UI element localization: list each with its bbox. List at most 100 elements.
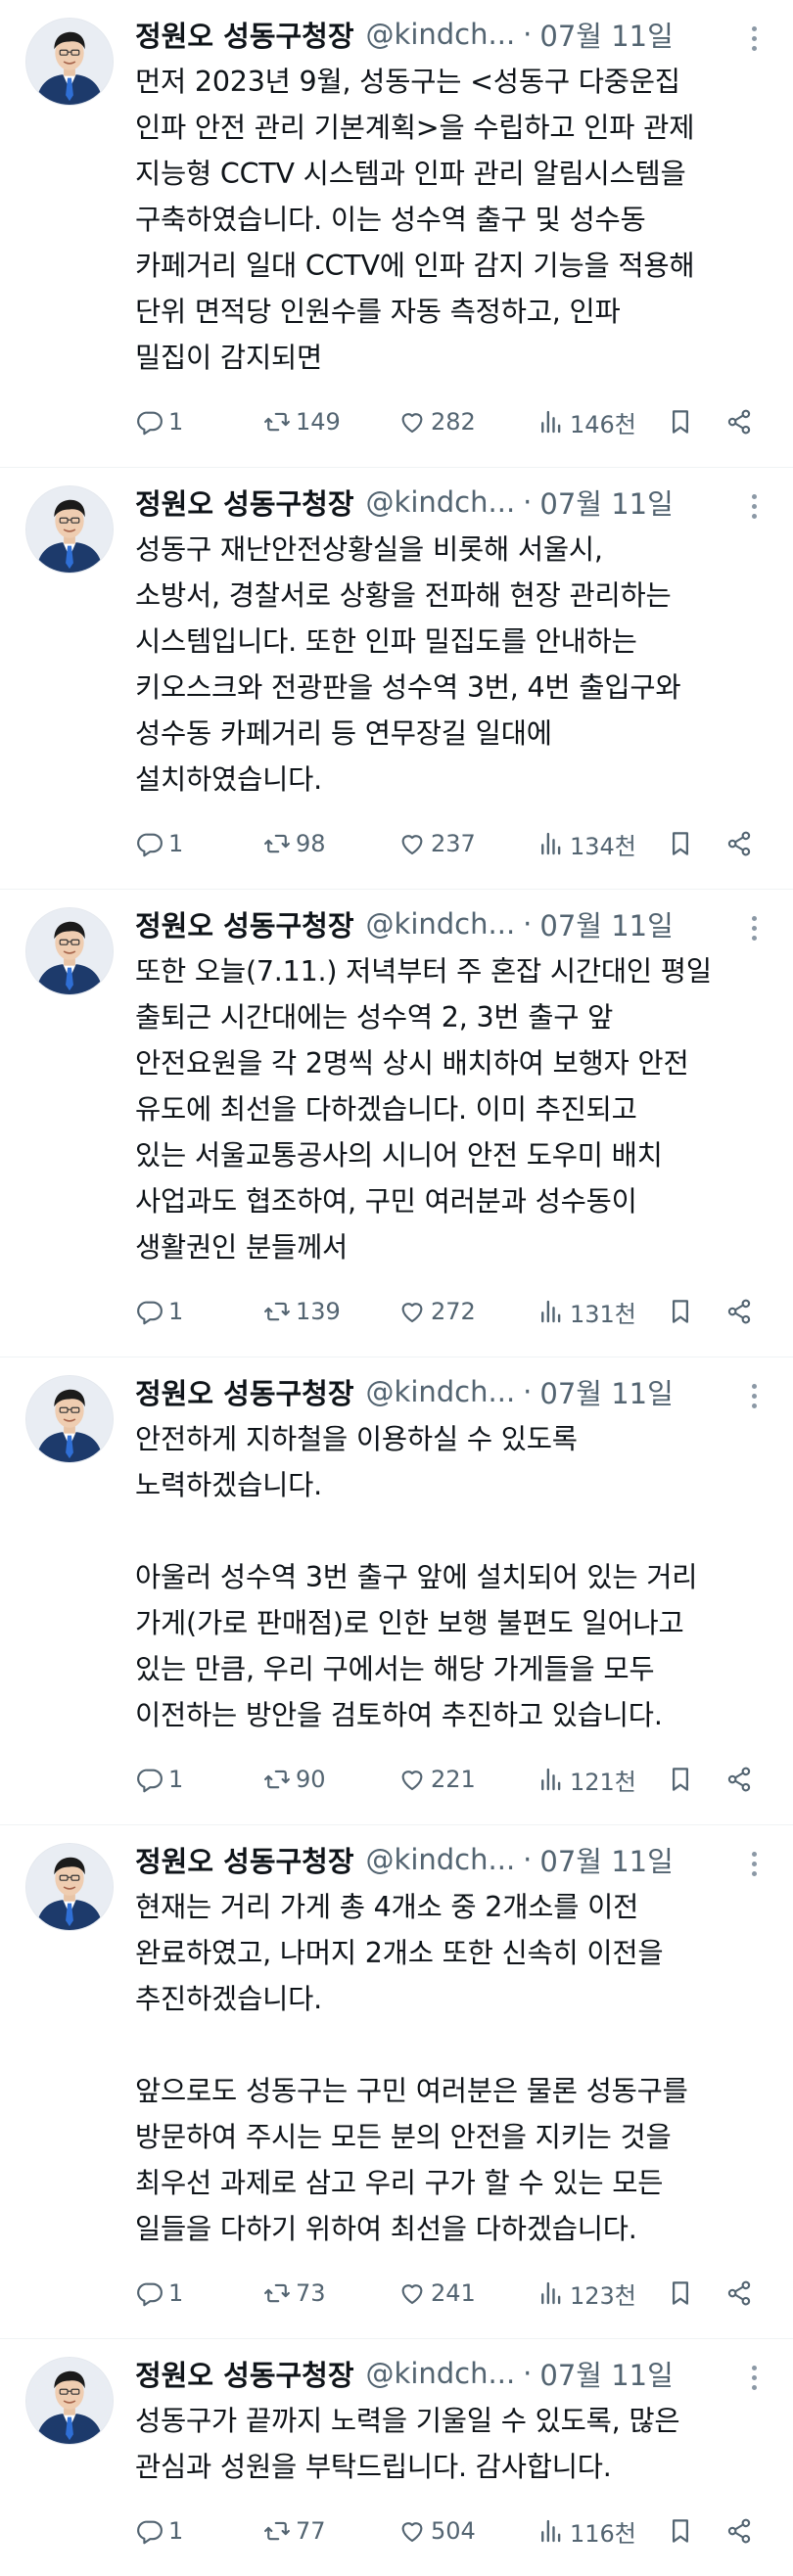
author-name[interactable]: 정원오 성동구청장 <box>135 2353 354 2394</box>
retweet-count: 73 <box>296 2279 326 2307</box>
timestamp[interactable]: 07월 11일 <box>539 2353 673 2394</box>
author-name[interactable]: 정원오 성동구청장 <box>135 1371 354 1412</box>
like-button[interactable]: 221 <box>397 1765 536 1794</box>
author-name[interactable]: 정원오 성동구청장 <box>135 1839 354 1880</box>
views-icon <box>541 1300 561 1323</box>
retweet-count: 98 <box>296 830 326 857</box>
bookmark-button[interactable] <box>666 2278 724 2308</box>
retweet-icon <box>264 2283 290 2303</box>
reply-icon <box>137 833 163 857</box>
retweet-icon <box>264 834 290 853</box>
bookmark-button[interactable] <box>666 829 724 858</box>
bookmark-button[interactable] <box>666 1297 724 1326</box>
reply-button[interactable]: 1 <box>135 1765 262 1794</box>
retweet-button[interactable]: 149 <box>262 407 397 437</box>
avatar[interactable] <box>25 2357 114 2445</box>
reply-button[interactable]: 1 <box>135 407 262 437</box>
tweet-header: 정원오 성동구청장 @kindch... · 07월 11일 <box>135 1843 768 1878</box>
views-button[interactable]: 123천 <box>536 2277 666 2311</box>
like-button[interactable]: 237 <box>397 829 536 858</box>
share-button[interactable] <box>724 407 764 437</box>
retweet-icon <box>264 412 290 432</box>
views-button[interactable]: 146천 <box>536 405 666 439</box>
share-button[interactable] <box>724 1297 764 1326</box>
tweet-thread: 정원오 성동구청장 @kindch... · 07월 11일 먼저 2023년 … <box>0 0 793 2576</box>
timestamp[interactable]: 07월 11일 <box>539 1839 673 1880</box>
tweet-header: 정원오 성동구청장 @kindch... · 07월 11일 <box>135 18 768 53</box>
bookmark-icon <box>673 410 688 434</box>
author-name[interactable]: 정원오 성동구청장 <box>135 14 354 55</box>
share-button[interactable] <box>724 2516 764 2546</box>
author-handle[interactable]: @kindch... <box>366 907 516 941</box>
tweet[interactable]: 정원오 성동구청장 @kindch... · 07월 11일 성동구가 끝까지 … <box>0 2339 793 2576</box>
like-button[interactable]: 241 <box>397 2278 536 2308</box>
tweet[interactable]: 정원오 성동구청장 @kindch... · 07월 11일 성동구 재난안전상… <box>0 468 793 890</box>
more-options-button[interactable] <box>742 489 766 523</box>
dot-separator: · <box>523 18 533 51</box>
reply-count: 1 <box>168 1766 184 1793</box>
author-name[interactable]: 정원오 성동구청장 <box>135 903 354 944</box>
more-options-button[interactable] <box>742 1379 766 1412</box>
tweet-header: 정원오 성동구청장 @kindch... · 07월 11일 <box>135 907 768 943</box>
timestamp[interactable]: 07월 11일 <box>539 1371 673 1412</box>
tweet[interactable]: 정원오 성동구청장 @kindch... · 07월 11일 현재는 거리 가게… <box>0 1825 793 2339</box>
bookmark-button[interactable] <box>666 2516 724 2546</box>
action-bar: 1 77 504 116천 <box>135 2507 768 2554</box>
more-options-button[interactable] <box>742 1847 766 1880</box>
like-button[interactable]: 504 <box>397 2516 536 2546</box>
bookmark-button[interactable] <box>666 407 724 437</box>
avatar[interactable] <box>25 1843 114 1931</box>
view-count: 131천 <box>570 1300 636 1328</box>
retweet-button[interactable]: 139 <box>262 1297 397 1326</box>
author-handle[interactable]: @kindch... <box>366 1375 516 1408</box>
views-icon <box>541 2519 561 2543</box>
reply-icon <box>137 2520 163 2545</box>
bookmark-button[interactable] <box>666 1765 724 1794</box>
retweet-button[interactable]: 73 <box>262 2278 397 2308</box>
views-button[interactable]: 121천 <box>536 1763 666 1797</box>
reply-button[interactable]: 1 <box>135 829 262 858</box>
tweet[interactable]: 정원오 성동구청장 @kindch... · 07월 11일 또한 오늘(7.1… <box>0 890 793 1357</box>
like-button[interactable]: 272 <box>397 1297 536 1326</box>
author-handle[interactable]: @kindch... <box>366 2357 516 2390</box>
timestamp[interactable]: 07월 11일 <box>539 482 673 523</box>
like-count: 504 <box>431 2517 476 2545</box>
avatar[interactable] <box>25 907 114 995</box>
reply-button[interactable]: 1 <box>135 1297 262 1326</box>
retweet-button[interactable]: 90 <box>262 1765 397 1794</box>
retweet-count: 90 <box>296 1766 326 1793</box>
views-button[interactable]: 116천 <box>536 2514 666 2549</box>
more-options-button[interactable] <box>742 2361 766 2394</box>
tweet[interactable]: 정원오 성동구청장 @kindch... · 07월 11일 먼저 2023년 … <box>0 0 793 468</box>
like-icon <box>401 1771 423 1791</box>
author-handle[interactable]: @kindch... <box>366 1843 516 1876</box>
reply-button[interactable]: 1 <box>135 2516 262 2546</box>
retweet-icon <box>264 1302 290 1321</box>
share-button[interactable] <box>724 1765 764 1794</box>
share-button[interactable] <box>724 829 764 858</box>
more-options-button[interactable] <box>742 911 766 944</box>
like-icon <box>401 413 423 434</box>
avatar[interactable] <box>25 485 114 574</box>
author-handle[interactable]: @kindch... <box>366 485 516 519</box>
tweet[interactable]: 정원오 성동구청장 @kindch... · 07월 11일 안전하게 지하철을… <box>0 1357 793 1825</box>
action-bar: 1 73 241 123천 <box>135 2270 768 2317</box>
retweet-button[interactable]: 77 <box>262 2516 397 2546</box>
retweet-button[interactable]: 98 <box>262 829 397 858</box>
more-options-button[interactable] <box>742 22 766 55</box>
more-icon <box>751 493 757 499</box>
avatar-portrait-icon <box>26 486 113 573</box>
timestamp[interactable]: 07월 11일 <box>539 14 673 55</box>
like-count: 237 <box>431 830 476 857</box>
like-button[interactable]: 282 <box>397 407 536 437</box>
views-button[interactable]: 134천 <box>536 827 666 861</box>
avatar[interactable] <box>25 18 114 106</box>
views-button[interactable]: 131천 <box>536 1295 666 1329</box>
avatar[interactable] <box>25 1375 114 1463</box>
author-name[interactable]: 정원오 성동구청장 <box>135 482 354 523</box>
timestamp[interactable]: 07월 11일 <box>539 903 673 944</box>
reply-icon <box>137 1301 163 1325</box>
reply-button[interactable]: 1 <box>135 2278 262 2308</box>
author-handle[interactable]: @kindch... <box>366 18 516 51</box>
share-button[interactable] <box>724 2278 764 2308</box>
